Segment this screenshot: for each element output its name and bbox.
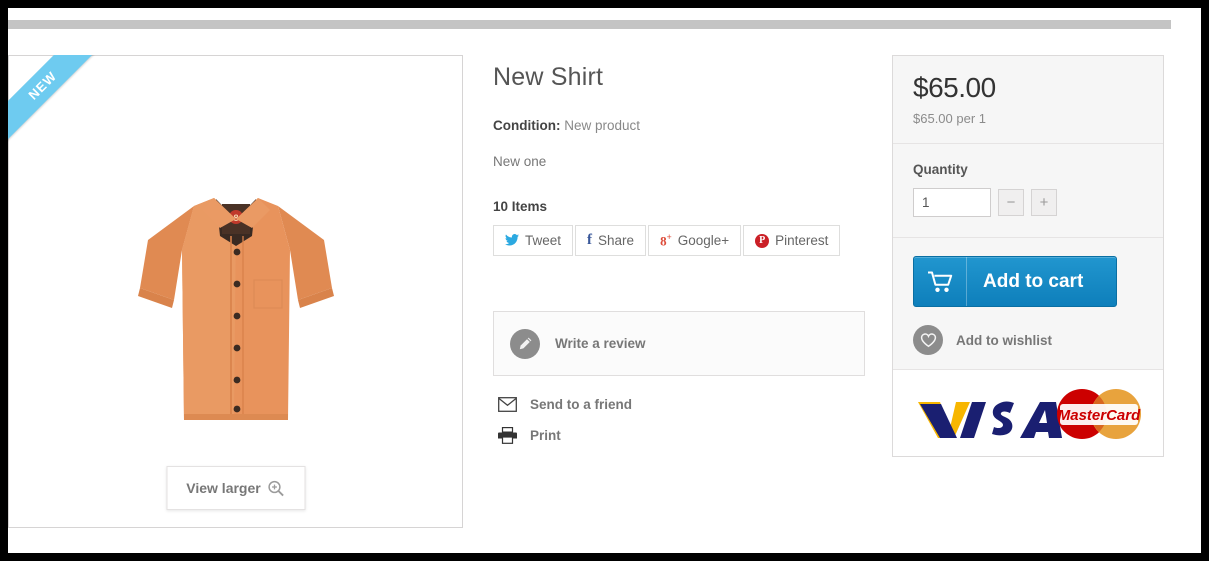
product-image[interactable]: 8: [136, 184, 336, 429]
product-info-column: New Shirt Condition: New product New one…: [493, 63, 873, 256]
new-badge-wrapper: NEW: [8, 55, 128, 175]
pencil-icon: [510, 328, 540, 359]
send-to-friend-label: Send to a friend: [530, 397, 633, 412]
view-larger-label: View larger: [186, 480, 261, 496]
quantity-increase-button[interactable]: +: [1031, 189, 1057, 216]
write-review-label: Write a review: [555, 336, 646, 351]
printer-icon: [498, 427, 517, 444]
envelope-icon: [498, 397, 517, 412]
social-share-row: Tweet f Share 8+ Google+ P Pinterest: [493, 225, 873, 256]
visa-logo: [918, 401, 1062, 438]
quantity-stepper: − +: [913, 188, 1143, 217]
new-badge: NEW: [8, 55, 104, 147]
pinterest-icon: P: [755, 233, 770, 248]
short-description: New one: [493, 154, 547, 169]
shopping-cart-icon: [914, 257, 967, 306]
print-link[interactable]: Print: [498, 427, 561, 444]
facebook-icon: f: [587, 232, 593, 248]
price-per-unit: $65.00 per 1: [913, 111, 987, 126]
pinterest-label: Pinterest: [775, 233, 829, 248]
payment-methods-section: MasterCard: [893, 370, 1163, 456]
send-to-friend-link[interactable]: Send to a friend: [498, 397, 632, 412]
quantity-label: Quantity: [913, 162, 968, 177]
shirt-illustration: 8: [137, 198, 334, 420]
price-section: $65.00 $65.00 per 1: [893, 56, 1163, 144]
twitter-icon: [505, 233, 519, 248]
tweet-button[interactable]: Tweet: [493, 225, 574, 256]
content-top-divider: [8, 38, 1171, 39]
cart-section: Add to cart Add to wishlist: [893, 238, 1163, 370]
heart-icon: [913, 325, 943, 355]
googleplus-icon: 8+: [660, 232, 672, 249]
write-review-button[interactable]: Write a review: [493, 311, 865, 376]
horizontal-scrollbar-thumb[interactable]: [8, 20, 1171, 29]
quantity-section: Quantity − +: [893, 144, 1163, 238]
product-price: $65.00: [913, 72, 996, 103]
facebook-share-button[interactable]: f Share: [575, 225, 647, 256]
googleplus-label: Google+: [677, 233, 730, 248]
print-label: Print: [530, 428, 561, 443]
browser-viewport: NEW 8 View larger New Shirt Condition: N…: [8, 8, 1201, 553]
add-to-cart-button[interactable]: Add to cart: [913, 256, 1117, 307]
condition-value: New product: [564, 118, 641, 133]
page-title: New Shirt: [493, 63, 604, 91]
condition-label: Condition:: [493, 118, 561, 133]
add-to-cart-label: Add to cart: [983, 270, 1084, 292]
purchase-panel: $65.00 $65.00 per 1 Quantity − +: [892, 55, 1164, 457]
quantity-input[interactable]: [913, 188, 991, 217]
payment-logos: MasterCard: [918, 389, 1141, 439]
quantity-decrease-button[interactable]: −: [998, 189, 1024, 216]
product-image-container: NEW 8 View larger: [8, 55, 463, 528]
add-to-wishlist-button[interactable]: Add to wishlist: [913, 325, 1143, 355]
magnifier-plus-icon: [268, 480, 284, 496]
facebook-share-label: Share: [598, 233, 635, 248]
mastercard-logo: MasterCard: [1057, 389, 1141, 439]
add-to-wishlist-label: Add to wishlist: [956, 332, 1052, 348]
stock-count: 10 Items: [493, 199, 548, 214]
svg-text:MasterCard: MasterCard: [1058, 407, 1141, 424]
condition-row: Condition: New product: [493, 118, 873, 133]
pinterest-button[interactable]: P Pinterest: [743, 225, 841, 256]
view-larger-button[interactable]: View larger: [166, 466, 305, 510]
tweet-label: Tweet: [525, 233, 562, 248]
googleplus-button[interactable]: 8+ Google+: [648, 225, 742, 256]
